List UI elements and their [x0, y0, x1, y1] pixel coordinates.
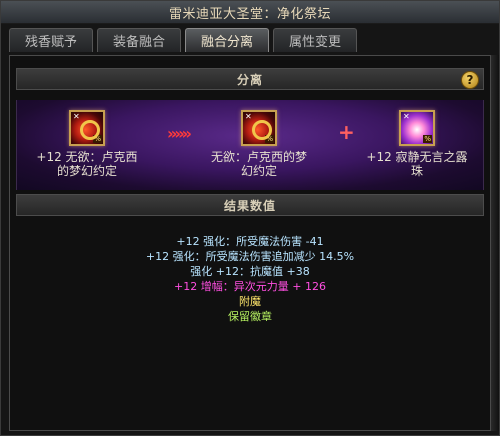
ring-icon[interactable]: ✕ % — [69, 110, 105, 146]
bead-icon[interactable]: ✕ % — [399, 110, 435, 146]
result-header: 结果数值 — [16, 194, 484, 216]
icon-tag: % — [265, 135, 274, 143]
result-line: 保留徽章 — [228, 310, 272, 323]
result-values: +12 强化：所受魔法伤害 -41 +12 强化：所受魔法伤害追加减少 14.5… — [10, 234, 490, 324]
tab-equipment-fusion[interactable]: 装备融合 — [97, 28, 181, 52]
separation-preview: ✕ % +12 无欲：卢克西 的梦幻约定 »»» ✕ % 无欲：卢克西的梦 幻约… — [16, 100, 484, 190]
result-line: +12 强化：所受魔法伤害追加减少 14.5% — [145, 250, 355, 263]
result-bead-label-2: 珠 — [410, 164, 423, 178]
separate-title: 分离 — [236, 72, 263, 87]
scroll-edge — [491, 55, 499, 431]
tab-label: 属性变更 — [288, 35, 341, 50]
source-item-label-1: +12 无欲：卢克西 — [36, 150, 138, 164]
tab-label: 装备融合 — [112, 35, 165, 50]
icon-mark: ✕ — [403, 112, 410, 121]
result-item-label-2: 幻约定 — [240, 164, 277, 178]
ring-icon[interactable]: ✕ % — [241, 110, 277, 146]
tab-attribute-change[interactable]: 属性变更 — [273, 28, 357, 52]
window-title: 雷米迪亚大圣堂：净化祭坛 — [168, 6, 331, 22]
icon-mark: ✕ — [245, 112, 252, 121]
fusion-window: 雷米迪亚大圣堂：净化祭坛 残香赋予 装备融合 融合分离 属性变更 分离 ? ✕ … — [0, 0, 500, 436]
icon-mark: ✕ — [73, 112, 80, 121]
tab-label: 融合分离 — [200, 35, 253, 50]
separate-header: 分离 ? — [16, 68, 484, 90]
help-icon[interactable]: ? — [461, 71, 479, 89]
result-bead-label-1: +12 寂静无言之露 — [366, 150, 468, 164]
result-item-slot[interactable]: ✕ % 无欲：卢克西的梦 幻约定 — [189, 100, 329, 178]
result-item-label-1: 无欲：卢克西的梦 — [210, 150, 307, 164]
result-title: 结果数值 — [223, 198, 276, 213]
tab-scent-enchant[interactable]: 残香赋予 — [9, 28, 93, 52]
result-bead-slot[interactable]: ✕ % +12 寂静无言之露 珠 — [347, 100, 487, 178]
source-item-slot[interactable]: ✕ % +12 无欲：卢克西 的梦幻约定 — [17, 100, 157, 178]
separate-panel: 分离 ? ✕ % +12 无欲：卢克西 的梦幻约定 »»» ✕ % 无欲：卢克西… — [9, 55, 491, 431]
tab-label: 残香赋予 — [24, 35, 77, 50]
result-line: 强化 +12：抗魔值 +38 — [190, 265, 310, 278]
result-line: +12 强化：所受魔法伤害 -41 — [176, 235, 324, 248]
result-line: +12 增幅：异次元力量 + 126 — [174, 280, 326, 293]
window-titlebar[interactable]: 雷米迪亚大圣堂：净化祭坛 — [1, 1, 499, 24]
result-line: 附魔 — [239, 295, 261, 308]
tab-bar: 残香赋予 装备融合 融合分离 属性变更 — [9, 28, 357, 54]
icon-tag: % — [93, 135, 102, 143]
arrow-icon: »»» — [167, 124, 192, 143]
icon-tag: % — [423, 135, 432, 143]
source-item-label-2: 的梦幻约定 — [56, 164, 117, 178]
tab-fusion-separate[interactable]: 融合分离 — [185, 28, 269, 52]
